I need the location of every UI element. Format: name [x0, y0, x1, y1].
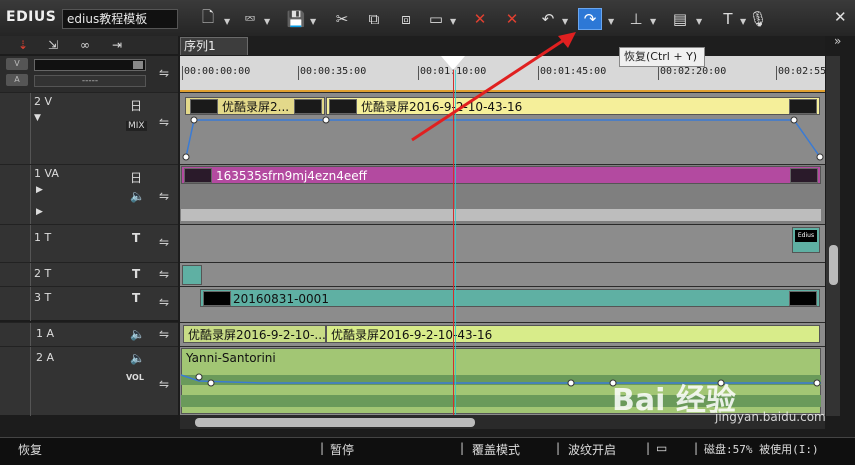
status-disk-usage: 磁盘:57% 被使用(I:) — [704, 443, 819, 456]
title-clip[interactable] — [182, 265, 202, 285]
ruler-tick: 00:02:20:00 — [660, 66, 727, 77]
link-icon[interactable]: ∞ — [74, 37, 96, 53]
paste-icon[interactable]: ⧈ — [394, 8, 418, 30]
chevron-down-icon[interactable]: ▼ — [562, 18, 570, 26]
track-lane-1a[interactable]: 优酷录屏2016-9-2-10-... 优酷录屏2016-9-2-10-43-1… — [180, 322, 825, 346]
track-lane-3t[interactable]: 20160831-0001 — [180, 286, 825, 322]
text-track-icon[interactable]: T — [132, 231, 140, 245]
cut-icon[interactable]: ✂ — [330, 8, 354, 30]
track-label: 1 A — [36, 327, 55, 340]
track-label: 1 VA — [34, 167, 59, 180]
chevron-down-icon[interactable]: ▼ — [310, 18, 318, 26]
status-pause: 暂停 — [330, 443, 355, 457]
video-clip[interactable]: 优酷录屏2... — [185, 97, 325, 115]
expand-icon[interactable]: ▼ — [34, 113, 41, 123]
chevron-down-icon[interactable]: ▼ — [450, 18, 458, 26]
collapse-icon[interactable]: » — [834, 34, 841, 48]
delete-icon[interactable]: ✕ — [468, 8, 492, 30]
ripple-delete-icon[interactable]: ✕ — [500, 8, 524, 30]
swap-icon[interactable]: ⇋ — [152, 115, 176, 129]
marker-icon[interactable]: ⊥ — [624, 8, 648, 30]
track-label: 2 A — [36, 351, 55, 364]
new-document-icon[interactable]: 🗋 — [196, 8, 220, 30]
close-icon[interactable]: ✕ — [834, 8, 847, 26]
chevron-down-icon[interactable]: ▼ — [650, 18, 658, 26]
set-in-icon[interactable]: ⇣ — [12, 37, 34, 53]
watermark-url: jingyan.baidu.com — [715, 410, 826, 424]
effects-icon[interactable]: ▤ — [668, 8, 692, 30]
chevron-down-icon[interactable]: ▼ — [608, 18, 616, 26]
chevron-down-icon[interactable]: ▼ — [264, 18, 272, 26]
insert-mode-icon[interactable]: ⇥ — [106, 37, 128, 53]
speaker-icon[interactable]: 🔈 — [130, 327, 145, 341]
ruler-tick: 00:02:55: — [778, 66, 833, 77]
status-restore: 恢复 — [18, 443, 43, 457]
monitor-icon: ▭ — [656, 441, 668, 455]
tab-sequence[interactable]: 序列1 — [180, 37, 248, 55]
vol-label[interactable]: VOL — [126, 373, 144, 382]
open-icon[interactable]: ⮹ — [238, 8, 262, 30]
swap-icon[interactable]: ⇋ — [152, 295, 176, 309]
vertical-scroll-thumb[interactable] — [829, 245, 838, 285]
track-header-1va[interactable]: 1 VA 日 🔈 ▶ ▶ ⇋ — [0, 164, 178, 225]
app-logo: EDIUS — [6, 9, 57, 25]
track-label: 2 V — [34, 95, 53, 108]
timecode-field[interactable]: ----- — [34, 75, 146, 87]
split-icon[interactable]: ⇲ — [42, 37, 64, 53]
annotation-arrow — [411, 32, 576, 142]
text-track-icon[interactable]: T — [132, 291, 140, 305]
ruler-tick: 00:00:00:00 — [184, 66, 251, 77]
copy-icon[interactable]: ⧉ — [362, 8, 386, 30]
track-label: 2 T — [34, 267, 52, 280]
chevron-down-icon[interactable]: ▼ — [696, 18, 704, 26]
timeline-scale-slider[interactable] — [34, 59, 146, 71]
text-icon[interactable]: T — [716, 8, 740, 30]
microphone-icon[interactable]: 🎙 — [746, 8, 770, 30]
track-label: 1 T — [34, 231, 52, 244]
audio-clip[interactable]: 优酷录屏2016-9-2-10-... — [183, 325, 326, 343]
swap-icon[interactable]: ⇋ — [152, 66, 176, 80]
save-icon[interactable]: 💾 — [284, 8, 308, 30]
horizontal-scroll-thumb[interactable] — [195, 418, 475, 427]
redo-icon[interactable]: ↷ — [578, 8, 602, 30]
track-header-2a[interactable]: 2 A 🔈 VOL ⇋ — [0, 346, 178, 416]
swap-icon[interactable]: ⇋ — [152, 267, 176, 281]
expand-icon[interactable]: ▶ — [36, 207, 43, 217]
chevron-down-icon[interactable]: ▼ — [224, 18, 232, 26]
va-clip[interactable]: 163535sfrn9mj4ezn4eeff — [181, 166, 821, 184]
track-header-2t[interactable]: 2 T T ⇋ — [0, 262, 178, 287]
swap-icon[interactable]: ⇋ — [152, 377, 176, 391]
clip-icon[interactable]: ▭ — [424, 8, 448, 30]
title-clip[interactable]: 20160831-0001 — [200, 289, 820, 307]
vertical-scrollbar[interactable] — [826, 56, 840, 416]
speaker-icon[interactable]: 🔈 — [130, 351, 145, 365]
swap-icon[interactable]: ⇋ — [152, 235, 176, 249]
undo-icon[interactable]: ↶ — [536, 8, 560, 30]
swap-icon[interactable]: ⇋ — [152, 189, 176, 203]
title-clip[interactable]: Edius — [792, 227, 820, 253]
ruler-tick: 00:00:35:00 — [300, 66, 367, 77]
audio-sync-toggle[interactable]: A — [6, 74, 28, 86]
track-lane-2t[interactable] — [180, 262, 825, 286]
swap-icon[interactable]: ⇋ — [152, 327, 176, 341]
status-ripple-mode: 波纹开启 — [568, 443, 617, 457]
project-name-field[interactable]: edius教程模板 — [62, 9, 178, 29]
track-header-3t[interactable]: 3 T T ⇋ — [0, 286, 178, 321]
track-header-2v[interactable]: 2 V 日 ▼ MIX ⇋ — [0, 92, 178, 165]
track-header-1t[interactable]: 1 T T ⇋ — [0, 224, 178, 263]
video-mute-icon[interactable]: 日 — [130, 97, 142, 114]
video-mute-icon[interactable]: 日 — [130, 169, 142, 186]
track-lane-1t[interactable]: Edius — [180, 224, 825, 262]
mix-label[interactable]: MIX — [126, 121, 147, 131]
video-sync-toggle[interactable]: V — [6, 58, 28, 70]
track-lane-1va[interactable]: 163535sfrn9mj4ezn4eeff — [180, 164, 825, 224]
text-track-icon[interactable]: T — [132, 267, 140, 281]
speaker-icon[interactable]: 🔈 — [130, 189, 145, 203]
redo-tooltip: 恢复(Ctrl + Y) — [619, 47, 705, 67]
audio-clip[interactable]: 优酷录屏2016-9-2-10-43-16 — [326, 325, 820, 343]
track-header-1a[interactable]: 1 A 🔈 ⇋ — [0, 322, 178, 347]
status-overwrite-mode: 覆盖模式 — [472, 443, 521, 457]
expand-icon[interactable]: ▶ — [36, 185, 43, 195]
track-label: 3 T — [34, 291, 52, 304]
